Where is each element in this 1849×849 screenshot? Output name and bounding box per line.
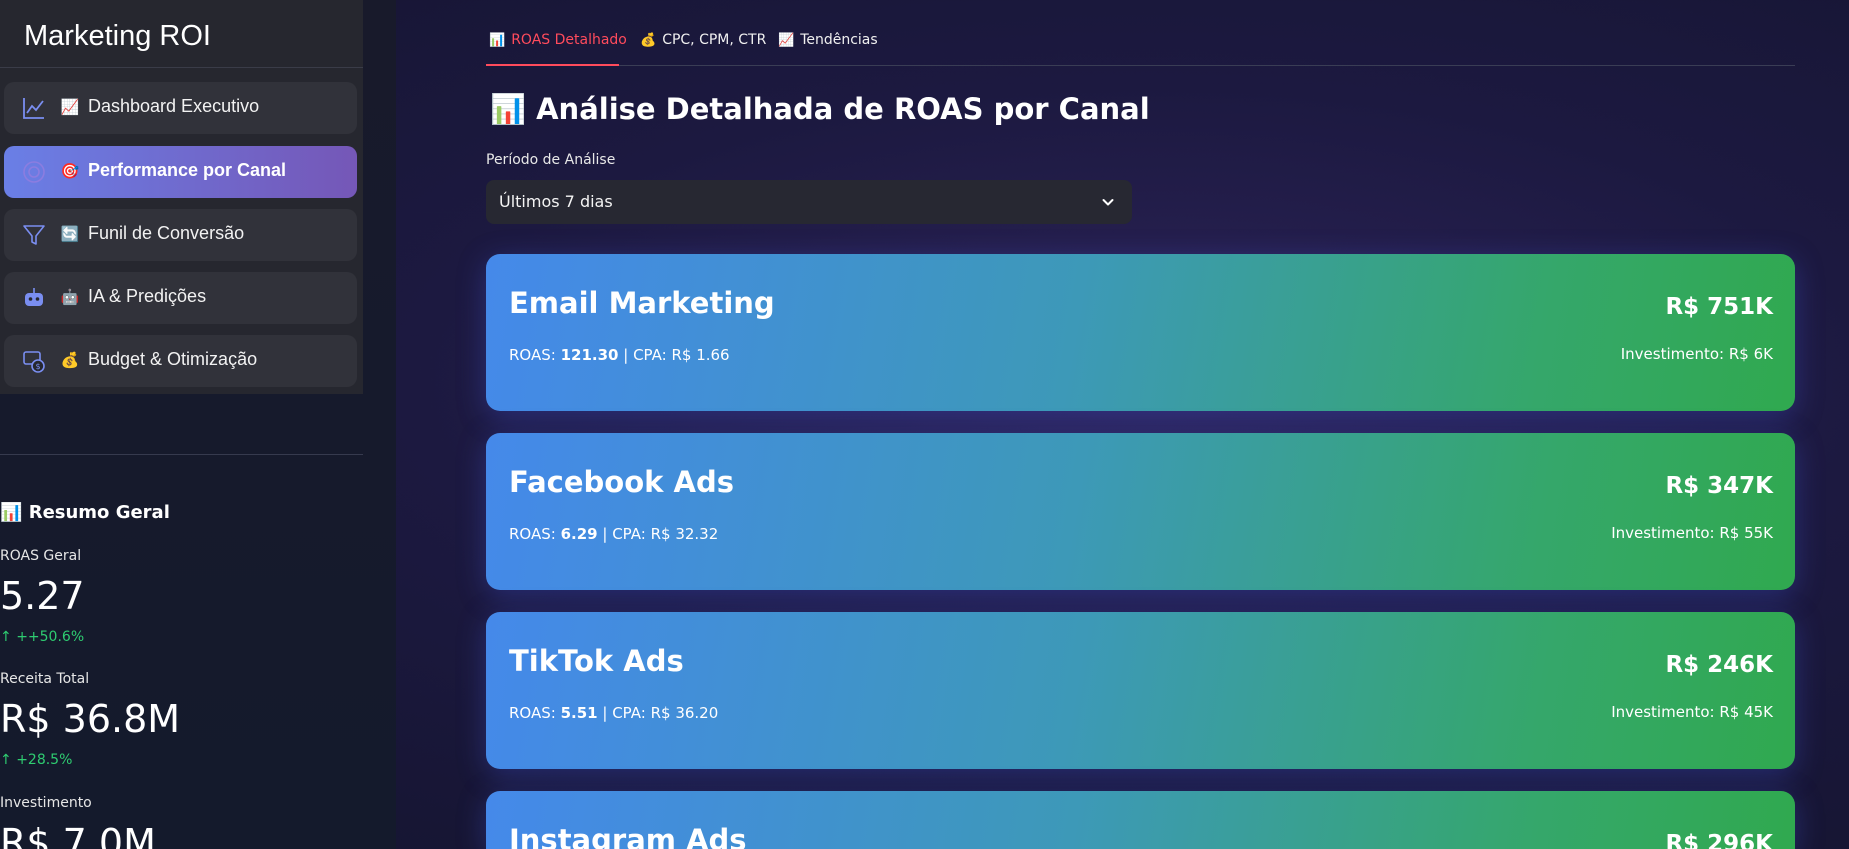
active-tab-indicator: [486, 64, 619, 66]
channel-name: Email Marketing: [509, 286, 775, 320]
metric-label-investimento: Investimento: [0, 795, 92, 811]
nav-item-performance-por-canal[interactable]: 🎯 Performance por Canal: [4, 146, 357, 198]
funnel-icon: [20, 221, 48, 249]
sidebar-divider: [0, 454, 363, 455]
period-select[interactable]: Últimos 7 dias: [486, 180, 1132, 224]
metric-delta-roas-geral: ↑ ++50.6%: [0, 629, 85, 645]
arrow-up-icon: ↑: [0, 752, 12, 768]
robot-icon: [20, 284, 48, 312]
app-title: Marketing ROI: [24, 20, 211, 52]
chevron-down-icon: [1100, 194, 1116, 210]
sidebar: Marketing ROI 📈 Dashboard Executivo 🎯 Perf…: [0, 0, 396, 849]
metric-label-receita-total: Receita Total: [0, 671, 90, 687]
bar-chart-emoji-icon: 📊: [489, 33, 506, 48]
nav-item-ia-predicoes[interactable]: 🤖 IA & Predições: [4, 272, 357, 324]
tab-cpc-cpm-ctr[interactable]: 💰 CPC, CPM, CTR: [640, 32, 766, 48]
tab-roas-detalhado[interactable]: 📊 ROAS Detalhado: [489, 32, 627, 48]
target-icon: [20, 158, 48, 186]
summary-title: 📊 Resumo Geral: [0, 502, 170, 523]
metric-value-investimento: R$ 7.0M: [0, 821, 156, 849]
bar-chart-emoji-icon: 📊: [0, 502, 23, 523]
tab-tendencias[interactable]: 📈 Tendências: [778, 32, 878, 48]
channel-name: Instagram Ads: [509, 823, 747, 849]
channel-revenue: R$ 347K: [1665, 473, 1773, 499]
bar-chart-emoji-icon: 📊: [490, 92, 527, 126]
channel-revenue: R$ 751K: [1665, 294, 1773, 320]
metric-label-roas-geral: ROAS Geral: [0, 548, 82, 564]
channel-revenue: R$ 246K: [1665, 652, 1773, 678]
period-label: Período de Análise: [486, 152, 616, 168]
channel-stats: ROAS: 121.30 | CPA: R$ 1.66: [509, 346, 730, 364]
budget-icon: $: [20, 347, 48, 375]
arrows-cycle-emoji-icon: 🔄: [60, 226, 80, 243]
direct-hit-emoji-icon: 🎯: [60, 163, 80, 180]
money-bag-emoji-icon: 💰: [60, 352, 80, 369]
channel-investment: Investimento: R$ 55K: [1611, 524, 1773, 542]
metric-value-roas-geral: 5.27: [0, 574, 85, 618]
nav-label: Budget & Otimização: [88, 349, 258, 369]
line-chart-icon: [20, 94, 48, 122]
roas-value: 121.30: [560, 346, 619, 364]
robot-emoji-icon: 🤖: [60, 289, 80, 306]
nav-item-budget-otimizacao[interactable]: $ 💰 Budget & Otimização: [4, 335, 357, 387]
nav-item-funil-de-conversao[interactable]: 🔄 Funil de Conversão: [4, 209, 357, 261]
chart-increasing-emoji-icon: 📈: [60, 99, 80, 116]
channel-stats: ROAS: 6.29 | CPA: R$ 32.32: [509, 525, 719, 543]
channel-revenue: R$ 296K: [1665, 831, 1773, 849]
nav-label: Performance por Canal: [88, 160, 287, 180]
arrow-up-icon: ↑: [0, 629, 12, 645]
channel-name: Facebook Ads: [509, 465, 734, 499]
money-bag-emoji-icon: 💰: [640, 33, 657, 48]
page-title: 📊 Análise Detalhada de ROAS por Canal: [490, 92, 1150, 126]
tab-bar: 📊 ROAS Detalhado 💰 CPC, CPM, CTR 📈 Tendênci…: [486, 28, 1795, 66]
svg-text:$: $: [35, 362, 40, 371]
channel-name: TikTok Ads: [509, 644, 684, 678]
metric-value-receita-total: R$ 36.8M: [0, 697, 181, 741]
channel-investment: Investimento: R$ 45K: [1611, 703, 1773, 721]
roas-value: 6.29: [560, 525, 598, 543]
period-select-value: Últimos 7 dias: [499, 192, 613, 211]
channel-investment: Investimento: R$ 6K: [1620, 345, 1773, 363]
nav-item-dashboard-executivo[interactable]: 📈 Dashboard Executivo: [4, 82, 357, 134]
metric-delta-receita-total: ↑ +28.5%: [0, 752, 73, 768]
channel-stats: ROAS: 5.51 | CPA: R$ 36.20: [509, 704, 719, 722]
nav-label: Dashboard Executivo: [88, 96, 260, 116]
chart-increasing-emoji-icon: 📈: [778, 33, 795, 48]
channel-card-tiktok-ads: TikTok Ads ROAS: 5.51 | CPA: R$ 36.20 R$…: [486, 612, 1795, 769]
sidebar-menu-panel: Marketing ROI 📈 Dashboard Executivo 🎯 Perf…: [0, 0, 363, 394]
nav-label: IA & Predições: [88, 286, 207, 306]
channel-card-instagram-ads: Instagram Ads R$ 296K: [486, 791, 1795, 849]
nav-label: Funil de Conversão: [88, 223, 245, 243]
title-divider: [0, 67, 363, 68]
channel-card-facebook-ads: Facebook Ads ROAS: 6.29 | CPA: R$ 32.32 …: [486, 433, 1795, 590]
roas-value: 5.51: [560, 704, 598, 722]
channel-card-email-marketing: Email Marketing ROAS: 121.30 | CPA: R$ 1…: [486, 254, 1795, 411]
